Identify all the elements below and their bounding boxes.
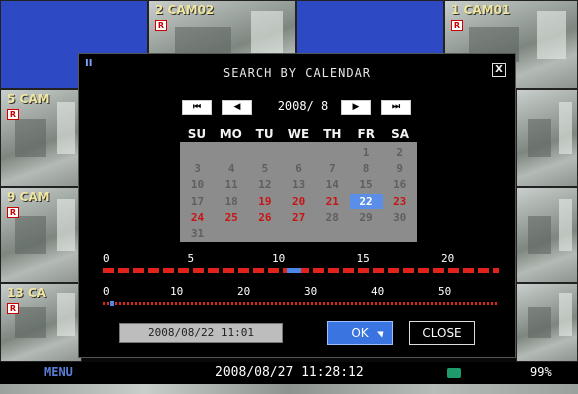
weekday-header: SU MO TU WE TH FR SA [180,127,417,141]
record-icon: R [451,20,463,31]
calendar-day[interactable]: 11 [215,177,248,192]
weekday-label: TU [255,127,274,141]
calendar-day[interactable]: 30 [383,210,416,225]
status-bar: MENU 2008/08/27 11:28:12 99% [0,362,578,384]
weekday-label: MO [219,127,242,141]
minute-scale: 0 10 20 30 40 50 [79,285,517,298]
weekday-label: SA [391,127,410,141]
calendar-day[interactable]: 7 [316,161,349,176]
calendar-day[interactable]: 21 [316,194,349,209]
record-icon: R [155,20,167,31]
minute-tick-label: 50 [438,285,452,298]
calendar-day[interactable]: 9 [383,161,416,176]
camera-tile-5[interactable]: 5 CAM R [0,89,82,187]
hour-timeline[interactable] [103,268,499,273]
next-month-button[interactable]: ▶ [341,100,371,115]
calendar-day[interactable]: 17 [181,194,214,209]
camera-strip [0,384,578,394]
record-icon: R [7,207,19,218]
calendar-day[interactable]: 5 [248,161,281,176]
camera-label: 9 CAM [7,190,50,204]
calendar-day[interactable]: 8 [350,161,383,176]
calendar-day[interactable]: 28 [316,210,349,225]
camera-tile[interactable] [516,283,578,362]
calendar-day[interactable]: 3 [181,161,214,176]
calendar-day[interactable]: 20 [282,194,315,209]
hdd-usage: 99% [530,365,552,379]
minute-timeline[interactable] [103,302,499,305]
calendar-day[interactable]: 14 [316,177,349,192]
hour-timeline-cursor[interactable] [287,268,301,273]
hdd-icon [447,368,461,378]
calendar-day[interactable]: 15 [350,177,383,192]
hour-tick-label: 15 [356,252,370,265]
hour-tick-label: 20 [441,252,455,265]
minute-timeline-cursor[interactable] [110,301,114,306]
camera-tile-13[interactable]: 13 CA R [0,283,82,362]
hour-tick-label: 10 [272,252,286,265]
calendar-day[interactable]: 29 [350,210,383,225]
search-datetime-field[interactable]: 2008/08/22 11:01 [119,323,283,343]
previous-month-button[interactable]: ◀ [222,100,252,115]
system-clock: 2008/08/27 11:28:12 [215,365,364,380]
dvr-screen: 2 CAM02 R 1 CAM01 R 5 CAM R 9 CAM R 13 C… [0,0,578,394]
camera-tile-9[interactable]: 9 CAM R [0,187,82,283]
calendar-day[interactable]: 19 [248,194,281,209]
calendar-day[interactable]: 4 [215,161,248,176]
dialog-title: SEARCH BY CALENDAR [222,66,372,80]
weekday-label: SU [187,127,207,141]
camera-label: 1 CAM01 [451,3,511,17]
calendar-day[interactable]: 12 [248,177,281,192]
calendar-grid: 1 2 3 4 5 6 7 8 9 10 11 12 13 14 15 16 17 18 19 20 21 22 23 24 2… [180,142,417,242]
weekday-label: FR [357,127,375,141]
record-icon: R [7,109,19,120]
calendar-day[interactable]: 6 [282,161,315,176]
first-month-button[interactable]: ⏮ [182,100,212,115]
calendar-day[interactable]: 10 [181,177,214,192]
camera-tile[interactable] [516,187,578,283]
minute-tick-label: 0 [103,285,110,298]
calendar-day[interactable]: 23 [383,194,416,209]
hour-tick-label: 0 [103,252,110,265]
close-icon[interactable]: X [492,63,506,77]
calendar-day[interactable]: 1 [350,145,383,160]
record-icon: R [7,303,19,314]
camera-label: 13 CA [7,286,46,300]
weekday-label: TH [323,127,342,141]
calendar-day[interactable]: 27 [282,210,315,225]
hour-scale: 0 5 10 15 20 [79,252,517,265]
minute-tick-label: 30 [304,285,318,298]
calendar-day[interactable]: 2 [383,145,416,160]
close-button[interactable]: CLOSE [409,321,475,345]
minute-tick-label: 10 [170,285,184,298]
calendar-day[interactable]: 13 [282,177,315,192]
search-by-calendar-dialog: II SEARCH BY CALENDAR X ⏮ ◀ 2008/ 8 ▶ ⏭ … [78,53,516,358]
last-month-button[interactable]: ⏭ [381,100,411,115]
month-label: 2008/ 8 [277,99,329,113]
calendar-day[interactable]: 31 [181,226,214,241]
calendar-day[interactable]: 16 [383,177,416,192]
camera-label: 5 CAM [7,92,50,106]
calendar-day-selected[interactable]: 22 [349,193,383,209]
camera-label: 2 CAM02 [155,3,215,17]
calendar-day[interactable]: 24 [181,210,214,225]
calendar-day[interactable]: 25 [215,210,248,225]
minute-tick-label: 40 [371,285,385,298]
calendar-day[interactable]: 18 [215,194,248,209]
weekday-label: WE [287,127,310,141]
camera-tile[interactable] [516,89,578,187]
minute-tick-label: 20 [237,285,251,298]
calendar-day[interactable]: 26 [248,210,281,225]
hour-tick-label: 5 [187,252,195,265]
menu-button[interactable]: MENU [44,365,73,379]
